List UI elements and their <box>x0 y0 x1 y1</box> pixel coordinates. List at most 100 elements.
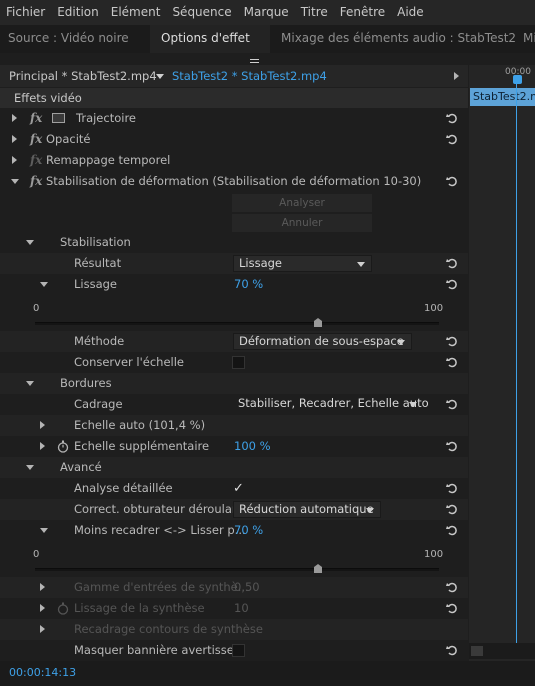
tab-truncated[interactable]: Mi <box>523 25 535 53</box>
effect-row-remappage[interactable]: fx Remappage temporel <box>0 150 468 171</box>
param-label: Méthode <box>74 334 125 348</box>
expand-icon[interactable] <box>40 442 45 450</box>
stopwatch-icon[interactable] <box>57 440 69 453</box>
menu-aide[interactable]: Aide <box>391 0 430 25</box>
collapse-icon[interactable] <box>26 381 34 386</box>
video-effects-header: Effets vidéo <box>0 88 468 108</box>
sequence-clip-label[interactable]: StabTest2 * StabTest2.mp4 <box>172 65 327 87</box>
moins-recadrer-value[interactable]: 70 % <box>234 520 263 541</box>
clip-dropdown-icon[interactable] <box>156 74 164 79</box>
expand-icon[interactable] <box>12 135 17 143</box>
menu-marque[interactable]: Marque <box>238 0 295 25</box>
timeline-clip[interactable]: StabTest2.mp <box>470 88 535 106</box>
panel-tabs: Source : Vidéo noire Options d'effet Mix… <box>0 25 535 66</box>
reset-icon[interactable] <box>446 257 459 269</box>
scroll-handle[interactable] <box>471 646 483 656</box>
collapse-icon[interactable] <box>11 179 19 184</box>
methode-select[interactable]: Déformation de sous-espace <box>233 333 412 350</box>
collapse-icon[interactable] <box>40 282 48 287</box>
group-avance[interactable]: Avancé <box>0 457 468 478</box>
reset-icon[interactable] <box>446 112 459 124</box>
reset-icon[interactable] <box>446 133 459 145</box>
effect-row-trajectoire[interactable]: fx Trajectoire <box>0 108 468 129</box>
lissage-synthese-value: 10 <box>234 601 249 615</box>
reset-icon[interactable] <box>446 581 459 593</box>
echelle-supp-value[interactable]: 100 % <box>234 436 271 457</box>
expand-icon[interactable] <box>40 583 45 591</box>
reset-icon[interactable] <box>446 398 459 410</box>
effect-row-stabilisation[interactable]: fx Stabilisation de déformation (Stabili… <box>0 171 468 192</box>
expand-icon[interactable] <box>40 625 45 633</box>
cadrage-select[interactable]: Stabiliser, Recadrer, Echelle auto <box>233 396 429 413</box>
expand-icon[interactable] <box>12 156 17 164</box>
conserver-checkbox[interactable] <box>232 356 245 369</box>
collapse-icon[interactable] <box>26 465 34 470</box>
reset-icon[interactable] <box>446 524 459 536</box>
fx-icon[interactable]: fx <box>30 171 42 192</box>
fx-icon[interactable]: fx <box>30 108 42 129</box>
reset-icon[interactable] <box>446 175 459 187</box>
mini-timeline[interactable]: 00:00 StabTest2.mp <box>469 65 535 665</box>
collapse-icon[interactable] <box>40 528 48 533</box>
slider-track[interactable] <box>35 322 439 325</box>
resultat-select[interactable]: Lissage <box>233 255 372 272</box>
group-bordures[interactable]: Bordures <box>0 373 468 394</box>
timeline-scrollbar[interactable] <box>469 643 535 659</box>
obturateur-select[interactable]: Réduction automatique <box>233 501 381 518</box>
reset-icon[interactable] <box>446 440 459 452</box>
reset-icon[interactable] <box>446 602 459 614</box>
masquer-checkbox[interactable] <box>232 644 245 657</box>
motion-icon[interactable] <box>52 113 65 123</box>
timecode[interactable]: 00:00:14:13 <box>9 666 76 679</box>
param-masquer: Masquer bannière avertisse... <box>0 640 468 661</box>
slider-thumb[interactable] <box>313 563 322 573</box>
param-moins-recadrer: Moins recadrer <-> Lisser p... 70 % <box>0 520 468 541</box>
scroll-right-icon[interactable] <box>454 72 459 80</box>
menu-sequence[interactable]: Séquence <box>166 0 237 25</box>
reset-icon[interactable] <box>446 482 459 494</box>
menu-edition[interactable]: Edition <box>51 0 105 25</box>
reset-icon[interactable] <box>446 356 459 368</box>
tab-effect-options[interactable]: Options d'effet <box>150 25 270 53</box>
gamme-value: 0,50 <box>234 580 260 594</box>
chevron-down-icon <box>357 262 365 267</box>
collapse-icon[interactable] <box>26 240 34 245</box>
lissage-value[interactable]: 70 % <box>234 274 263 295</box>
menu-element[interactable]: Elément <box>105 0 167 25</box>
param-cadrage: Cadrage Stabiliser, Recadrer, Echelle au… <box>0 394 468 415</box>
expand-icon[interactable] <box>40 604 45 612</box>
param-label: Echelle auto (101,4 %) <box>74 418 206 432</box>
playhead-line <box>516 75 517 645</box>
cancel-button[interactable]: Annuler <box>232 214 372 232</box>
fx-icon[interactable]: fx <box>30 129 42 150</box>
reset-icon[interactable] <box>446 335 459 347</box>
playhead-icon[interactable] <box>513 75 522 84</box>
group-stabilisation[interactable]: Stabilisation <box>0 232 468 253</box>
chevron-down-icon <box>366 508 374 513</box>
effect-label: Stabilisation de déformation (Stabilisat… <box>46 174 422 188</box>
menu-titre[interactable]: Titre <box>295 0 334 25</box>
effect-label: Remappage temporel <box>46 153 171 167</box>
param-methode: Méthode Déformation de sous-espace <box>0 331 468 352</box>
expand-icon[interactable] <box>12 114 17 122</box>
menu-fenetre[interactable]: Fenêtre <box>334 0 391 25</box>
clip-selector-bar: Principal * StabTest2.mp4 StabTest2 * St… <box>0 65 468 87</box>
param-resultat: Résultat Lissage <box>0 253 468 274</box>
expand-icon[interactable] <box>40 421 45 429</box>
slider-thumb[interactable] <box>313 317 322 327</box>
group-label: Avancé <box>60 460 102 474</box>
tab-audio-mixer[interactable]: Mixage des éléments audio : StabTest2 <box>281 25 516 53</box>
slider-track[interactable] <box>35 568 439 571</box>
reset-icon[interactable] <box>446 278 459 290</box>
analyse-button[interactable]: Analyser <box>232 194 372 212</box>
reset-icon[interactable] <box>446 644 459 656</box>
effect-row-opacite[interactable]: fx Opacité <box>0 129 468 150</box>
reset-icon[interactable] <box>446 503 459 515</box>
param-label: Moins recadrer <-> Lisser p... <box>74 523 246 537</box>
param-gamme: Gamme d'entrées de synthè... 0,50 <box>0 577 468 598</box>
master-clip-label[interactable]: Principal * StabTest2.mp4 <box>9 65 157 87</box>
analyse-checkbox[interactable]: ✓ <box>233 479 244 498</box>
param-label: Recadrage contours de synthèse <box>74 622 263 636</box>
menu-fichier[interactable]: Fichier <box>0 0 51 25</box>
tab-source[interactable]: Source : Vidéo noire <box>8 25 129 53</box>
